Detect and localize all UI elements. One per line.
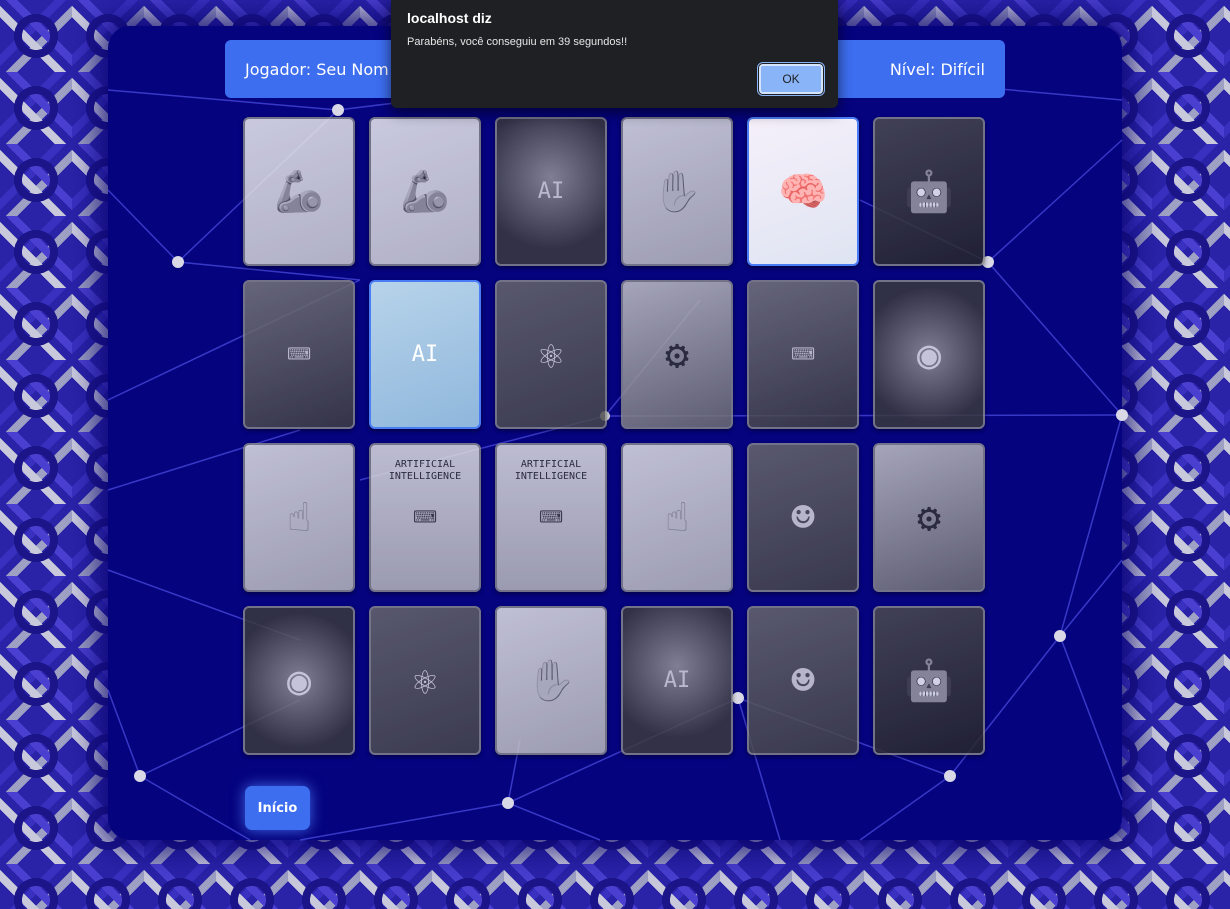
memory-card-grid: 🦾 🦾 AI ✋ 🧠 🤖 ⌨ AI ⚛ ⚙ ⌨ ◉ ☝ ARTIFICIAL INTELLIGENCE ⌨ A… — [243, 117, 985, 755]
card-image-icon: AI — [663, 667, 691, 693]
card-image-icon: ⌨ — [286, 331, 312, 378]
memory-card[interactable]: 🦾 — [369, 117, 481, 266]
memory-card[interactable]: 🦾 — [243, 117, 355, 266]
memory-card[interactable]: ☝ — [243, 443, 355, 592]
card-image-icon: ⚙ — [916, 494, 942, 541]
dialog-message: Parabéns, você conseguiu em 39 segundos!… — [407, 36, 628, 48]
card-image-icon: ⌨ — [790, 331, 816, 378]
memory-card[interactable]: ⚙ — [873, 443, 985, 592]
card-image-icon: ☝ — [664, 494, 690, 541]
memory-card[interactable]: ✋ — [621, 117, 733, 266]
difficulty-level-label: Nível: Difícil — [889, 59, 985, 79]
memory-card[interactable]: ☻ — [747, 606, 859, 755]
card-caption: ARTIFICIAL INTELLIGENCE — [388, 459, 462, 482]
card-image-icon: ☻ — [790, 657, 816, 704]
memory-card[interactable]: ✋ — [495, 606, 607, 755]
memory-card[interactable]: 🧠 — [747, 117, 859, 266]
memory-card[interactable]: 🤖 — [873, 606, 985, 755]
memory-card[interactable]: ◉ — [243, 606, 355, 755]
card-image-icon: AI — [411, 341, 439, 367]
card-image-icon: ◉ — [286, 657, 312, 704]
card-image-icon: ⌨ — [412, 494, 438, 541]
card-image-icon: ✋ — [652, 168, 702, 215]
start-button[interactable]: Início — [245, 786, 310, 830]
memory-card[interactable]: ☝ — [621, 443, 733, 592]
card-image-icon: 🦾 — [400, 168, 450, 215]
memory-card[interactable]: ⌨ — [243, 280, 355, 429]
card-image-icon: ☝ — [286, 494, 312, 541]
memory-card[interactable]: ☻ — [747, 443, 859, 592]
card-image-icon: 🦾 — [274, 168, 324, 215]
card-image-icon: ◉ — [916, 331, 942, 378]
card-image-icon: 🧠 — [778, 168, 828, 215]
card-image-icon: ⚙ — [664, 331, 690, 378]
memory-card[interactable]: AI — [369, 280, 481, 429]
memory-card[interactable]: ⚛ — [495, 280, 607, 429]
card-image-icon: 🤖 — [904, 657, 954, 704]
player-name-label: Jogador: Seu Nom — [245, 59, 389, 79]
card-image-icon: ✋ — [526, 657, 576, 704]
dialog-ok-button[interactable]: OK — [757, 62, 825, 96]
memory-card[interactable]: ⚙ — [621, 280, 733, 429]
card-image-icon: ⚛ — [538, 331, 564, 378]
memory-card[interactable]: AI — [621, 606, 733, 755]
card-image-icon: 🤖 — [904, 168, 954, 215]
memory-card[interactable]: ARTIFICIAL INTELLIGENCE ⌨ — [495, 443, 607, 592]
memory-card[interactable]: ◉ — [873, 280, 985, 429]
card-image-icon: ☻ — [790, 494, 816, 541]
card-image-icon: AI — [537, 178, 565, 204]
memory-card[interactable]: AI — [495, 117, 607, 266]
memory-card[interactable]: 🤖 — [873, 117, 985, 266]
memory-card[interactable]: ⚛ — [369, 606, 481, 755]
memory-card[interactable]: ⌨ — [747, 280, 859, 429]
card-image-icon: ⚛ — [412, 657, 438, 704]
card-caption: ARTIFICIAL INTELLIGENCE — [514, 459, 588, 482]
alert-dialog: localhost diz Parabéns, você conseguiu e… — [391, 0, 838, 108]
memory-card[interactable]: ARTIFICIAL INTELLIGENCE ⌨ — [369, 443, 481, 592]
dialog-title: localhost diz — [407, 10, 492, 26]
card-image-icon: ⌨ — [538, 494, 564, 541]
